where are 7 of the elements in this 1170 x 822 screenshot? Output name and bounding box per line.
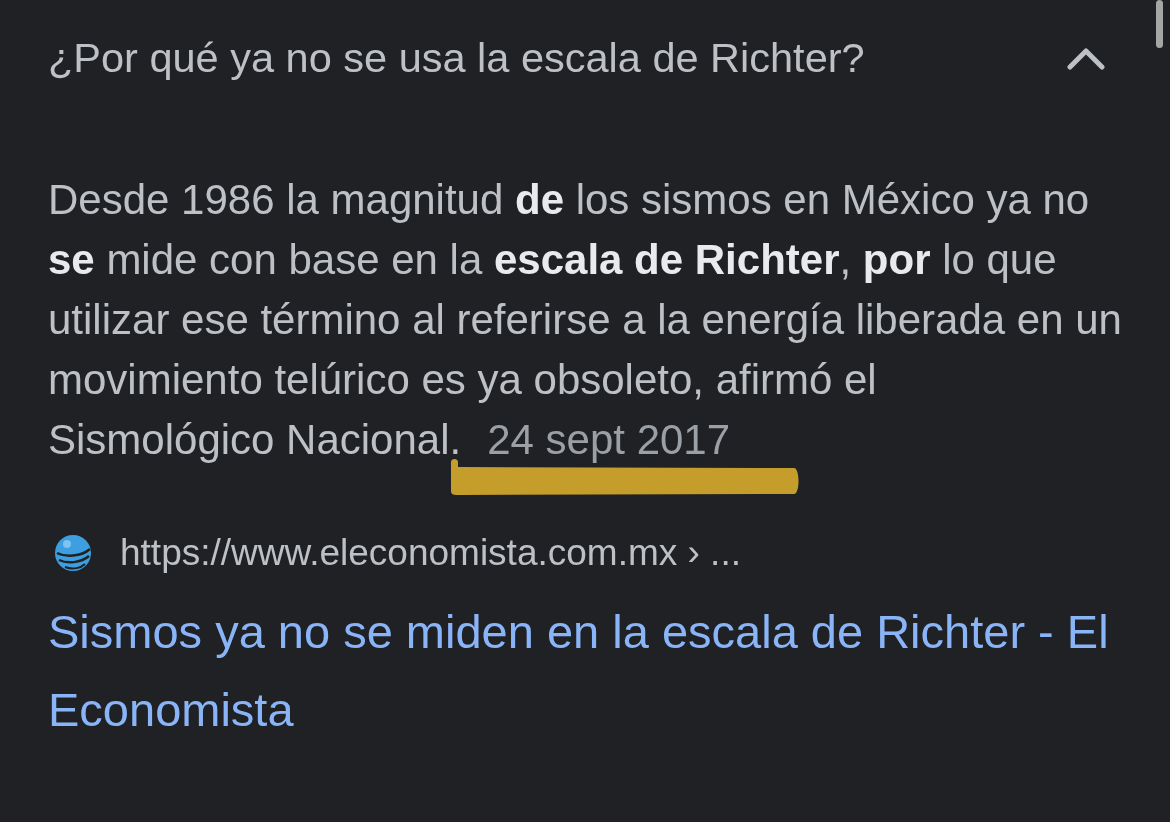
question-text: ¿Por qué ya no se usa la escala de Richter? xyxy=(48,33,865,82)
result-title-link[interactable]: Sismos ya no se miden en la escala de Richter - El Economista xyxy=(48,593,1128,749)
chevron-icon[interactable] xyxy=(1067,45,1105,70)
source-url: https://www.eleconomista.com.mx › ... xyxy=(120,532,741,574)
answer-snippet: Desde 1986 la magnitud de los sismos en México ya no se mide con base en la escala de Richter, por lo que utilizar ese término al referirse a la energía liberada en un movimiento telúrico es ya obsoleto, afirmó el Sismológico Nacional. 24 sept 2017 xyxy=(48,175,1123,465)
scrollbar-thumb[interactable] xyxy=(1156,0,1163,48)
globe-logo-icon xyxy=(53,533,93,573)
